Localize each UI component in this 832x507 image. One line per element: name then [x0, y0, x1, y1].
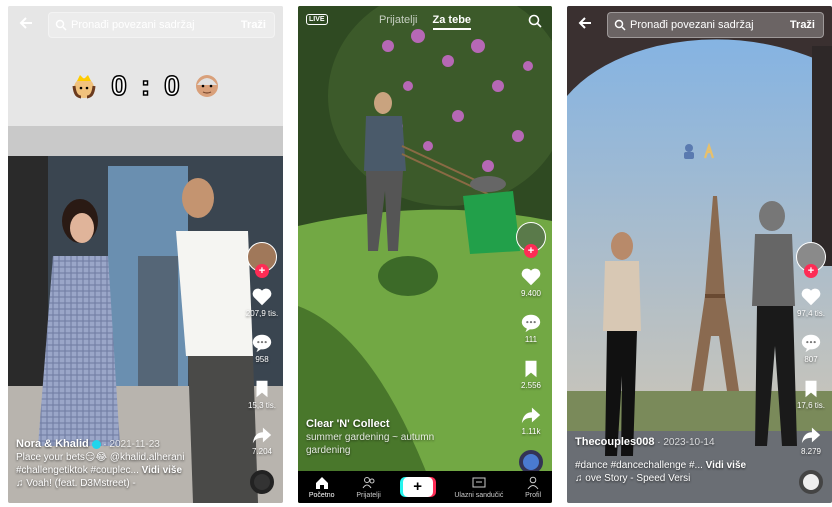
heart-icon[interactable]	[520, 266, 542, 288]
follow-plus-icon[interactable]: +	[804, 264, 818, 278]
feed-tabs: Prijatelji Za tebe	[298, 14, 552, 30]
nav-home-label: Početno	[308, 491, 335, 499]
video-panel-eiffel-dance[interactable]: Pronađi povezani sadržaj Traži + 97,4 ti…	[567, 6, 832, 503]
bookmark-icon[interactable]	[251, 378, 273, 400]
back-arrow-icon[interactable]	[577, 15, 593, 31]
tab-following[interactable]: Prijatelji	[379, 14, 418, 26]
queen-emoji-icon	[72, 75, 96, 99]
see-more-link[interactable]: Vidi više	[706, 460, 746, 471]
share-icon[interactable]	[520, 404, 542, 426]
score-left: 0	[111, 69, 128, 102]
caption-line-2: gardening	[306, 445, 351, 456]
nav-friends[interactable]: Prijatelji	[356, 476, 381, 499]
save-count: 17,6 tis.	[796, 401, 825, 410]
video-caption: Thecouples008 · 2023-10-14 #dance #dance…	[575, 436, 790, 485]
share-count: 1.11k	[521, 427, 541, 436]
nav-inbox[interactable]: Ulazni sandučić	[454, 476, 503, 499]
video-caption: Clear 'N' Collect summer gardening ~ aut…	[306, 418, 496, 457]
follow-plus-icon[interactable]: +	[255, 264, 269, 278]
music-disc-icon[interactable]	[799, 470, 823, 494]
search-button[interactable]: Traži	[782, 19, 823, 31]
search-icon[interactable]	[528, 14, 542, 28]
profile-icon	[527, 476, 539, 489]
comment-icon[interactable]	[251, 332, 273, 354]
search-bar[interactable]: Pronađi povezani sadržaj Traži	[48, 12, 275, 38]
share-icon[interactable]	[251, 424, 273, 446]
nav-inbox-label: Ulazni sandučić	[454, 491, 504, 499]
share-count: 7.204	[251, 447, 273, 456]
follow-plus-icon[interactable]: +	[524, 244, 538, 258]
nav-profile[interactable]: Profil	[525, 476, 541, 499]
verified-badge-icon	[91, 439, 101, 449]
action-rail: + 207,9 tis. 958 15,3 tis. 7.204	[245, 242, 279, 494]
post-date: · 2021-11-23	[103, 439, 160, 450]
comment-count: 958	[255, 355, 269, 364]
couple-emoji-icon	[684, 142, 715, 159]
creator-username[interactable]: Clear 'N' Collect	[306, 418, 496, 431]
creator-avatar[interactable]: +	[516, 222, 546, 258]
nav-profile-label: Profil	[525, 491, 542, 499]
search-query[interactable]: Pronađi povezani sadržaj	[71, 19, 233, 31]
music-disc-icon[interactable]	[250, 470, 274, 494]
create-plus-button[interactable]: +	[402, 477, 433, 497]
post-date: · 2023-10-14	[657, 437, 715, 448]
score-overlay: 0 : 0	[8, 69, 283, 102]
music-label[interactable]: ♫ Voah! (feat. D3Mstreet) -	[16, 477, 231, 490]
save-count: 2.556	[520, 381, 542, 390]
caption-line-1: Place your bets😏😂 @khalid.alherani	[16, 452, 185, 463]
nav-create[interactable]: +	[402, 477, 433, 497]
comment-icon[interactable]	[800, 332, 822, 354]
caption-line-1: summer gardening ~ autumn	[306, 432, 435, 443]
video-caption: Nora & Khalid · 2021-11-23 Place your be…	[16, 438, 231, 490]
heart-icon[interactable]	[800, 286, 822, 308]
old-man-emoji-icon	[195, 75, 218, 97]
search-icon	[614, 19, 626, 31]
heart-icon[interactable]	[251, 286, 273, 308]
like-count: 97,4 tis.	[796, 309, 825, 318]
creator-avatar[interactable]: +	[247, 242, 277, 278]
comment-icon[interactable]	[520, 312, 542, 334]
search-query[interactable]: Pronađi povezani sadržaj	[630, 19, 782, 31]
action-rail: + 9.400 111 2.556 1.11k	[514, 222, 548, 474]
like-count: 207,9 tis.	[245, 309, 279, 318]
video-panel-couple-challenge[interactable]: Pronađi povezani sadržaj Traži 0 : 0 + 2…	[8, 6, 283, 503]
back-arrow-icon[interactable]	[18, 15, 34, 31]
friends-icon	[362, 476, 375, 488]
score-separator: :	[140, 69, 151, 102]
bottom-nav: Početno Prijatelji + Ulazni sandučić Pro…	[298, 471, 552, 503]
see-more-link[interactable]: Vidi više	[142, 465, 182, 476]
creator-username[interactable]: Thecouples008	[575, 436, 654, 448]
share-count: 8.279	[800, 447, 822, 456]
comment-count: 807	[804, 355, 818, 364]
caption-line-2: #challengetiktok #couplec...	[16, 465, 139, 476]
search-icon	[55, 19, 67, 31]
action-rail: + 97,4 tis. 807 17,6 tis. 8.279	[794, 242, 828, 494]
video-panel-gardening[interactable]: LIVE Prijatelji Za tebe + 9.400 111 2.55…	[298, 6, 552, 503]
video-background	[567, 6, 832, 503]
bookmark-icon[interactable]	[800, 378, 822, 400]
tab-for-you[interactable]: Za tebe	[432, 14, 472, 30]
home-icon	[315, 476, 328, 489]
creator-username[interactable]: Nora & Khalid	[16, 438, 89, 450]
bookmark-icon[interactable]	[520, 358, 542, 380]
score-right: 0	[163, 69, 180, 102]
music-label[interactable]: ♫ ove Story - Speed Versi	[575, 472, 790, 485]
search-button[interactable]: Traži	[233, 19, 274, 31]
like-count: 9.400	[520, 289, 542, 298]
search-bar[interactable]: Pronađi povezani sadržaj Traži	[607, 12, 824, 38]
share-icon[interactable]	[800, 424, 822, 446]
nav-home[interactable]: Početno	[309, 476, 335, 499]
comment-count: 111	[524, 335, 538, 344]
creator-avatar[interactable]: +	[796, 242, 826, 278]
caption-line-1: #dance #dancechallenge #...	[575, 460, 703, 471]
inbox-icon	[472, 477, 486, 487]
nav-friends-label: Prijatelji	[356, 491, 381, 499]
save-count: 15,3 tis.	[247, 401, 276, 410]
